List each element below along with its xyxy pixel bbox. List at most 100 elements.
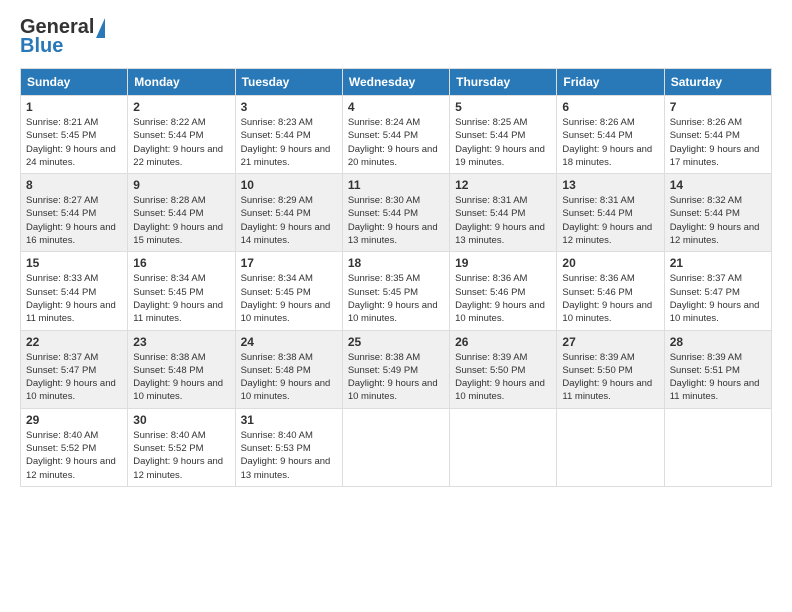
day-number: 23 xyxy=(133,335,229,349)
day-number: 17 xyxy=(241,256,337,270)
day-number: 2 xyxy=(133,100,229,114)
table-row: 12 Sunrise: 8:31 AMSunset: 5:44 PMDaylig… xyxy=(450,174,557,252)
day-number: 30 xyxy=(133,413,229,427)
day-number: 1 xyxy=(26,100,122,114)
day-number: 19 xyxy=(455,256,551,270)
day-number: 18 xyxy=(348,256,444,270)
day-number: 27 xyxy=(562,335,658,349)
day-number: 20 xyxy=(562,256,658,270)
day-number: 7 xyxy=(670,100,766,114)
col-saturday: Saturday xyxy=(664,69,771,96)
day-number: 16 xyxy=(133,256,229,270)
day-info: Sunrise: 8:21 AMSunset: 5:45 PMDaylight:… xyxy=(26,117,116,168)
table-row: 28 Sunrise: 8:39 AMSunset: 5:51 PMDaylig… xyxy=(664,330,771,408)
day-number: 29 xyxy=(26,413,122,427)
day-info: Sunrise: 8:33 AMSunset: 5:44 PMDaylight:… xyxy=(26,273,116,324)
day-info: Sunrise: 8:26 AMSunset: 5:44 PMDaylight:… xyxy=(562,117,652,168)
day-info: Sunrise: 8:23 AMSunset: 5:44 PMDaylight:… xyxy=(241,117,331,168)
table-row: 25 Sunrise: 8:38 AMSunset: 5:49 PMDaylig… xyxy=(342,330,449,408)
table-row: 24 Sunrise: 8:38 AMSunset: 5:48 PMDaylig… xyxy=(235,330,342,408)
day-number: 22 xyxy=(26,335,122,349)
day-info: Sunrise: 8:39 AMSunset: 5:51 PMDaylight:… xyxy=(670,352,760,403)
day-info: Sunrise: 8:38 AMSunset: 5:48 PMDaylight:… xyxy=(241,352,331,403)
day-info: Sunrise: 8:30 AMSunset: 5:44 PMDaylight:… xyxy=(348,195,438,246)
day-number: 31 xyxy=(241,413,337,427)
day-number: 25 xyxy=(348,335,444,349)
day-info: Sunrise: 8:28 AMSunset: 5:44 PMDaylight:… xyxy=(133,195,223,246)
day-number: 6 xyxy=(562,100,658,114)
header: General Blue xyxy=(20,16,772,58)
col-wednesday: Wednesday xyxy=(342,69,449,96)
day-info: Sunrise: 8:36 AMSunset: 5:46 PMDaylight:… xyxy=(562,273,652,324)
table-row: 19 Sunrise: 8:36 AMSunset: 5:46 PMDaylig… xyxy=(450,252,557,330)
day-info: Sunrise: 8:40 AMSunset: 5:52 PMDaylight:… xyxy=(133,430,223,481)
day-number: 21 xyxy=(670,256,766,270)
day-number: 11 xyxy=(348,178,444,192)
table-row: 29 Sunrise: 8:40 AMSunset: 5:52 PMDaylig… xyxy=(21,408,128,486)
table-row: 17 Sunrise: 8:34 AMSunset: 5:45 PMDaylig… xyxy=(235,252,342,330)
day-info: Sunrise: 8:31 AMSunset: 5:44 PMDaylight:… xyxy=(455,195,545,246)
table-row: 11 Sunrise: 8:30 AMSunset: 5:44 PMDaylig… xyxy=(342,174,449,252)
table-row xyxy=(342,408,449,486)
day-number: 28 xyxy=(670,335,766,349)
day-info: Sunrise: 8:25 AMSunset: 5:44 PMDaylight:… xyxy=(455,117,545,168)
day-info: Sunrise: 8:36 AMSunset: 5:46 PMDaylight:… xyxy=(455,273,545,324)
day-info: Sunrise: 8:26 AMSunset: 5:44 PMDaylight:… xyxy=(670,117,760,168)
day-number: 5 xyxy=(455,100,551,114)
day-number: 10 xyxy=(241,178,337,192)
table-row: 26 Sunrise: 8:39 AMSunset: 5:50 PMDaylig… xyxy=(450,330,557,408)
table-row: 22 Sunrise: 8:37 AMSunset: 5:47 PMDaylig… xyxy=(21,330,128,408)
table-row: 30 Sunrise: 8:40 AMSunset: 5:52 PMDaylig… xyxy=(128,408,235,486)
day-info: Sunrise: 8:40 AMSunset: 5:52 PMDaylight:… xyxy=(26,430,116,481)
table-row: 6 Sunrise: 8:26 AMSunset: 5:44 PMDayligh… xyxy=(557,96,664,174)
day-info: Sunrise: 8:35 AMSunset: 5:45 PMDaylight:… xyxy=(348,273,438,324)
day-number: 12 xyxy=(455,178,551,192)
table-row: 1 Sunrise: 8:21 AMSunset: 5:45 PMDayligh… xyxy=(21,96,128,174)
table-row: 10 Sunrise: 8:29 AMSunset: 5:44 PMDaylig… xyxy=(235,174,342,252)
col-sunday: Sunday xyxy=(21,69,128,96)
day-number: 26 xyxy=(455,335,551,349)
col-friday: Friday xyxy=(557,69,664,96)
table-row: 20 Sunrise: 8:36 AMSunset: 5:46 PMDaylig… xyxy=(557,252,664,330)
col-tuesday: Tuesday xyxy=(235,69,342,96)
calendar-table: Sunday Monday Tuesday Wednesday Thursday… xyxy=(20,68,772,487)
table-row: 13 Sunrise: 8:31 AMSunset: 5:44 PMDaylig… xyxy=(557,174,664,252)
day-number: 4 xyxy=(348,100,444,114)
day-info: Sunrise: 8:34 AMSunset: 5:45 PMDaylight:… xyxy=(133,273,223,324)
col-monday: Monday xyxy=(128,69,235,96)
day-info: Sunrise: 8:29 AMSunset: 5:44 PMDaylight:… xyxy=(241,195,331,246)
day-info: Sunrise: 8:38 AMSunset: 5:49 PMDaylight:… xyxy=(348,352,438,403)
table-row: 23 Sunrise: 8:38 AMSunset: 5:48 PMDaylig… xyxy=(128,330,235,408)
table-row: 2 Sunrise: 8:22 AMSunset: 5:44 PMDayligh… xyxy=(128,96,235,174)
logo-blue: Blue xyxy=(20,35,63,58)
table-row: 9 Sunrise: 8:28 AMSunset: 5:44 PMDayligh… xyxy=(128,174,235,252)
table-row: 31 Sunrise: 8:40 AMSunset: 5:53 PMDaylig… xyxy=(235,408,342,486)
day-number: 8 xyxy=(26,178,122,192)
table-row: 7 Sunrise: 8:26 AMSunset: 5:44 PMDayligh… xyxy=(664,96,771,174)
day-number: 24 xyxy=(241,335,337,349)
day-info: Sunrise: 8:34 AMSunset: 5:45 PMDaylight:… xyxy=(241,273,331,324)
logo-triangle-icon xyxy=(96,18,105,38)
day-info: Sunrise: 8:31 AMSunset: 5:44 PMDaylight:… xyxy=(562,195,652,246)
day-info: Sunrise: 8:37 AMSunset: 5:47 PMDaylight:… xyxy=(670,273,760,324)
table-row: 14 Sunrise: 8:32 AMSunset: 5:44 PMDaylig… xyxy=(664,174,771,252)
calendar-header-row: Sunday Monday Tuesday Wednesday Thursday… xyxy=(21,69,772,96)
day-info: Sunrise: 8:32 AMSunset: 5:44 PMDaylight:… xyxy=(670,195,760,246)
table-row: 4 Sunrise: 8:24 AMSunset: 5:44 PMDayligh… xyxy=(342,96,449,174)
table-row: 15 Sunrise: 8:33 AMSunset: 5:44 PMDaylig… xyxy=(21,252,128,330)
day-number: 9 xyxy=(133,178,229,192)
day-info: Sunrise: 8:37 AMSunset: 5:47 PMDaylight:… xyxy=(26,352,116,403)
day-info: Sunrise: 8:27 AMSunset: 5:44 PMDaylight:… xyxy=(26,195,116,246)
day-info: Sunrise: 8:22 AMSunset: 5:44 PMDaylight:… xyxy=(133,117,223,168)
table-row: 5 Sunrise: 8:25 AMSunset: 5:44 PMDayligh… xyxy=(450,96,557,174)
day-info: Sunrise: 8:40 AMSunset: 5:53 PMDaylight:… xyxy=(241,430,331,481)
day-number: 15 xyxy=(26,256,122,270)
day-number: 14 xyxy=(670,178,766,192)
table-row xyxy=(450,408,557,486)
table-row: 27 Sunrise: 8:39 AMSunset: 5:50 PMDaylig… xyxy=(557,330,664,408)
logo: General Blue xyxy=(20,16,105,58)
day-info: Sunrise: 8:38 AMSunset: 5:48 PMDaylight:… xyxy=(133,352,223,403)
page: General Blue Sunday Monday Tuesday Wedne… xyxy=(0,0,792,612)
table-row: 21 Sunrise: 8:37 AMSunset: 5:47 PMDaylig… xyxy=(664,252,771,330)
col-thursday: Thursday xyxy=(450,69,557,96)
